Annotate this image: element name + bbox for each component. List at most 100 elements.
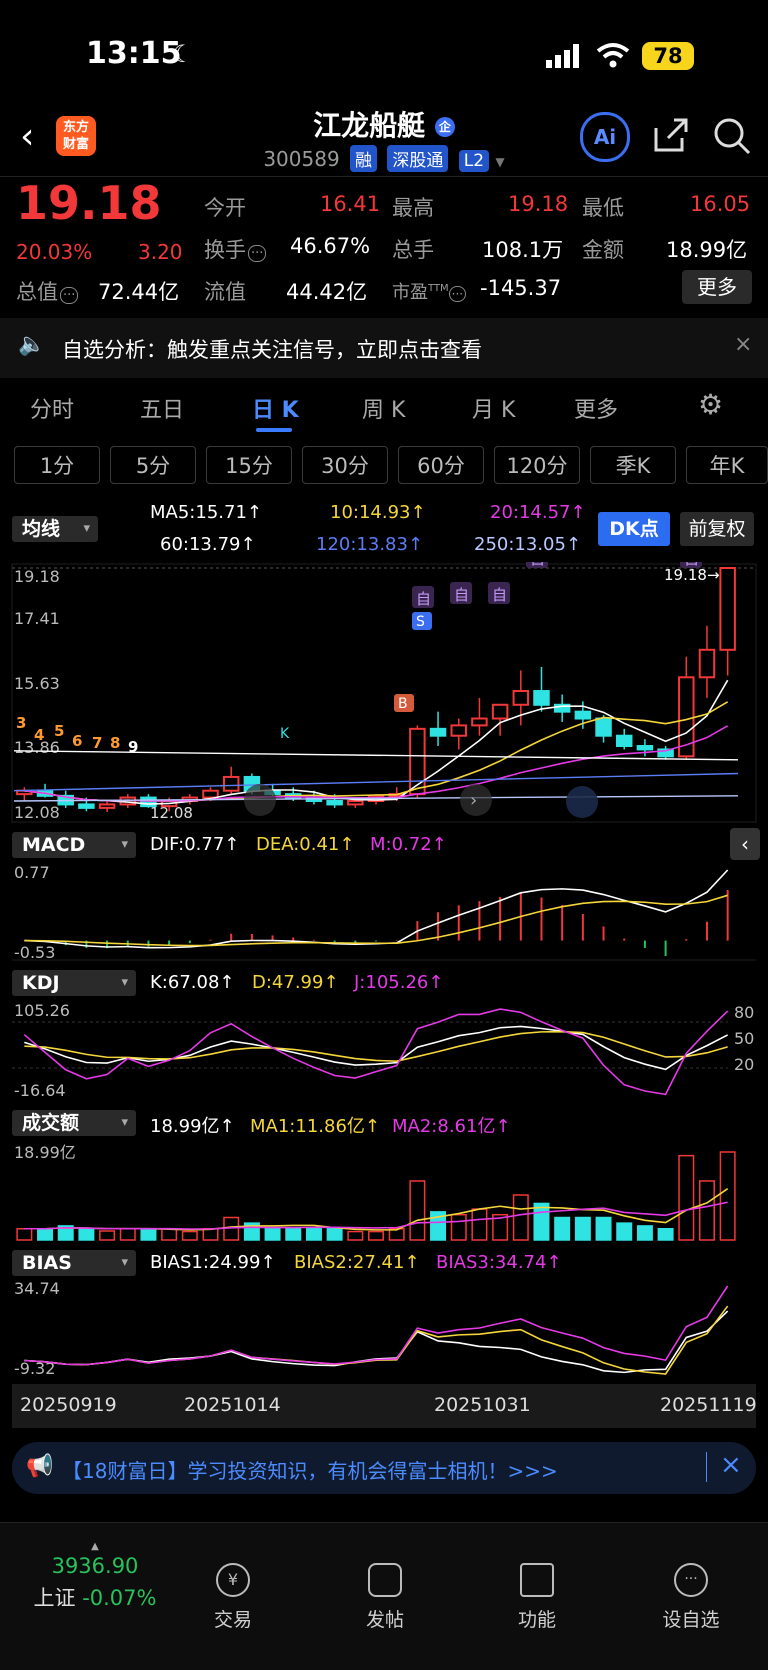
change-value: 3.20	[138, 240, 183, 264]
volume-bar	[285, 1228, 302, 1241]
tab-zhouk[interactable]: 周 K	[362, 392, 405, 424]
candle-down[interactable]	[636, 745, 654, 751]
candle-down[interactable]	[78, 803, 95, 809]
bias-1: BIAS1:24.99↑	[150, 1252, 276, 1273]
collapse-panel-icon[interactable]: ‹	[730, 828, 760, 860]
edit-icon	[368, 1563, 402, 1597]
tab-rik[interactable]: 日 K	[252, 392, 299, 424]
date-label: 20250919	[20, 1394, 117, 1416]
btn-1min[interactable]: 1分	[14, 446, 100, 484]
last-price-label: 19.18→	[664, 566, 720, 584]
notice-bar[interactable]: 🔈 自选分析：触发重点关注信号，立即点击查看 ×	[0, 318, 768, 378]
y-axis-bottom: 12.08	[14, 803, 60, 822]
candle-up[interactable]	[222, 775, 240, 792]
chevron-down-icon[interactable]: ▼	[495, 155, 504, 169]
nav-post[interactable]: 发帖	[330, 1563, 440, 1632]
close-icon[interactable]: ×	[734, 332, 752, 357]
btn-30min[interactable]: 30分	[302, 446, 388, 484]
self-marker: 自	[416, 590, 431, 608]
kdj-20: 20	[734, 1055, 754, 1074]
kdj-80: 80	[734, 1003, 754, 1022]
volume-bar	[37, 1228, 54, 1241]
megaphone-icon: 📢	[26, 1454, 54, 1479]
btn-5min[interactable]: 5分	[110, 446, 196, 484]
volume-bar	[161, 1228, 178, 1241]
volume-bar	[533, 1202, 550, 1241]
volume-ma1: MA1:11.86亿↑	[250, 1116, 380, 1137]
candle-down[interactable]	[326, 800, 343, 806]
bias-selector[interactable]: BIAS	[12, 1250, 136, 1276]
trade-icon: ¥	[216, 1563, 250, 1597]
candle-up[interactable]	[347, 800, 364, 806]
candle-up[interactable]	[450, 724, 467, 737]
btn-60min[interactable]: 60分	[398, 446, 484, 484]
candle-down[interactable]	[574, 710, 592, 720]
grid-icon	[520, 1563, 554, 1597]
tab-yuek[interactable]: 月 K	[472, 392, 515, 424]
tag-rong: 融	[350, 145, 378, 172]
candle-down[interactable]	[429, 727, 447, 737]
settings-gear-icon[interactable]: ⚙	[698, 388, 723, 421]
nav-trade[interactable]: ¥ 交易	[178, 1563, 288, 1632]
index-widget[interactable]: ▲ 3936.90 上证 -0.07%	[20, 1541, 170, 1612]
nav-functions[interactable]: 功能	[482, 1563, 592, 1632]
kline-chart[interactable]: 19.18 17.41 15.63 13.86 12.08 19.18→ 12.…	[0, 562, 768, 826]
macd-dif: DIF:0.77↑	[150, 834, 240, 855]
ai-button[interactable]: Ai	[580, 112, 630, 162]
svg-text:6: 6	[72, 732, 82, 750]
last-price: 19.18	[16, 176, 162, 230]
tab-more[interactable]: 更多	[574, 392, 618, 424]
more-button[interactable]: 更多	[682, 270, 752, 304]
info-icon[interactable]: ···	[248, 245, 267, 262]
candle-up[interactable]	[719, 567, 736, 651]
candle-up[interactable]	[491, 703, 509, 720]
bottom-nav: ▲ 3936.90 上证 -0.07% ¥ 交易 发帖 功能 ··· 设自选	[0, 1522, 768, 1670]
search-icon[interactable]	[712, 116, 752, 156]
btn-120min[interactable]: 120分	[494, 446, 580, 484]
scroll-left-icon[interactable]	[244, 784, 276, 816]
signal-markers: 自 自 自 自 自 S B K	[280, 562, 702, 742]
volume-bar	[657, 1228, 674, 1241]
nav-add-watchlist[interactable]: ··· 设自选	[636, 1563, 746, 1632]
candle-down[interactable]	[533, 690, 550, 706]
battery-indicator: 78	[642, 42, 694, 70]
self-marker: 自	[684, 562, 699, 568]
macd-selector[interactable]: MACD	[12, 832, 136, 858]
candle-up[interactable]	[98, 803, 116, 809]
date-label: 20251119	[660, 1394, 757, 1416]
fuquan-button[interactable]: 前复权	[680, 512, 754, 546]
svg-text:8: 8	[110, 734, 120, 752]
candle-up[interactable]	[202, 789, 219, 799]
stock-code: 300589	[263, 147, 340, 171]
candle-up[interactable]	[512, 690, 530, 706]
ma60-line	[13, 750, 739, 761]
turnover-value: 46.67%	[290, 234, 371, 258]
btn-year[interactable]: 年K	[686, 446, 768, 484]
ma120-line	[13, 772, 739, 792]
sell-marker: S	[416, 614, 425, 630]
kdj-j-line	[23, 1008, 729, 1096]
tab-fenshi[interactable]: 分时	[30, 392, 74, 424]
ma-selector[interactable]: 均线	[12, 516, 98, 542]
candle-down[interactable]	[595, 717, 612, 737]
volume-selector[interactable]: 成交额	[12, 1110, 136, 1136]
svg-text:4: 4	[34, 726, 44, 744]
expand-icon[interactable]	[566, 786, 598, 818]
candle-down[interactable]	[615, 734, 633, 748]
tab-wuri[interactable]: 五日	[140, 392, 184, 424]
y-axis-2: 17.41	[14, 609, 60, 628]
volume-ma2: MA2:8.61亿↑	[392, 1116, 511, 1137]
close-icon[interactable]: ×	[720, 1450, 742, 1480]
kdj-k-line	[24, 1025, 729, 1071]
kdj-selector[interactable]: KDJ	[12, 970, 136, 996]
share-icon[interactable]	[652, 116, 690, 154]
info-icon[interactable]: ···	[448, 286, 467, 302]
info-icon[interactable]: ···	[60, 287, 79, 304]
btn-quarter[interactable]: 季K	[590, 446, 676, 484]
promo-banner[interactable]: 📢 【18财富日】学习投资知识，有机会得富士相机！>>> ×	[12, 1442, 756, 1494]
dk-point-button[interactable]: DK点	[598, 512, 670, 546]
candle-up[interactable]	[698, 648, 716, 679]
candle-up[interactable]	[471, 717, 488, 727]
kdj-chart: 105.26 -16.64 80 50 20	[12, 1001, 754, 1100]
btn-15min[interactable]: 15分	[206, 446, 292, 484]
